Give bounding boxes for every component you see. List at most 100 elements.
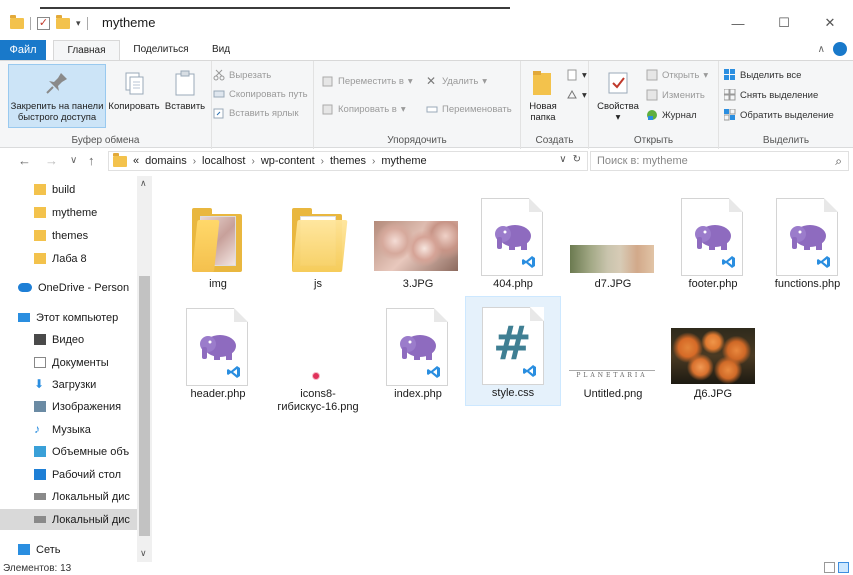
- move-to-button[interactable]: Переместить в ▾: [322, 75, 413, 87]
- breadcrumb-wp-content[interactable]: wp-content: [261, 155, 315, 167]
- nav-item-downloads[interactable]: ⬇ Загрузки: [0, 374, 137, 395]
- nav-item-desktop[interactable]: Рабочий стол: [0, 464, 137, 485]
- status-bar: Элементов: 13: [0, 562, 853, 575]
- file-name: img: [209, 278, 227, 290]
- minimize-button[interactable]: —: [715, 11, 761, 35]
- file-item-3jpg[interactable]: 3.JPG: [370, 188, 466, 291]
- pin-icon: [43, 69, 71, 97]
- chevron-right-icon[interactable]: ›: [193, 156, 196, 167]
- chevron-right-icon[interactable]: ›: [372, 156, 375, 167]
- nav-item-documents[interactable]: Документы: [0, 352, 137, 373]
- scrollbar-thumb[interactable]: [139, 276, 150, 536]
- properties-icon: [604, 69, 632, 97]
- nav-item-mytheme[interactable]: mytheme: [0, 202, 137, 223]
- pin-quick-access-button[interactable]: Закрепить на панели быстрого доступа: [8, 69, 106, 123]
- file-item-untitledpng[interactable]: PLANETARIA Untitled.png: [565, 298, 661, 401]
- paste-button[interactable]: Вставить: [160, 69, 210, 112]
- file-item-404php[interactable]: 404.php: [465, 188, 561, 291]
- help-icon[interactable]: [833, 42, 847, 56]
- move-to-icon: [322, 75, 334, 87]
- rename-button[interactable]: Переименовать: [426, 103, 512, 115]
- nav-item-this-pc[interactable]: Этот компьютер: [0, 307, 137, 328]
- edit-button[interactable]: Изменить: [646, 89, 705, 101]
- nav-item-pictures[interactable]: Изображения: [0, 396, 137, 417]
- details-view-icon[interactable]: [824, 562, 835, 573]
- new-folder-button[interactable]: Новая папка: [523, 69, 563, 123]
- paste-shortcut-button[interactable]: Вставить ярлык: [213, 107, 299, 119]
- nav-item-laba8[interactable]: Лаба 8: [0, 248, 137, 269]
- breadcrumb-mytheme[interactable]: mytheme: [381, 155, 426, 167]
- tab-home[interactable]: Главная: [53, 40, 120, 60]
- nav-label: build: [52, 183, 76, 196]
- breadcrumb-overflow[interactable]: «: [133, 155, 139, 167]
- scroll-down-icon[interactable]: ∨: [140, 548, 147, 559]
- back-arrow-icon[interactable]: ←: [18, 153, 31, 168]
- new-item-button[interactable]: ▾: [566, 69, 587, 81]
- address-bar[interactable]: « domains › localhost › wp-content › the…: [108, 151, 588, 171]
- css-file-icon: #: [482, 307, 544, 385]
- desktop-icon: [34, 469, 46, 480]
- up-arrow-icon[interactable]: ↑: [88, 153, 95, 168]
- scroll-up-icon[interactable]: ∧: [140, 178, 147, 189]
- file-item-d6jpg[interactable]: Д6.JPG: [665, 298, 761, 401]
- invert-selection-button[interactable]: Обратить выделение: [723, 108, 834, 121]
- search-icon[interactable]: ⌕: [835, 154, 842, 169]
- file-item-indexphp[interactable]: index.php: [370, 298, 466, 401]
- copy-path-button[interactable]: Скопировать путь: [213, 88, 308, 100]
- nav-item-video[interactable]: Видео: [0, 329, 137, 350]
- new-folder-icon[interactable]: [56, 15, 70, 29]
- select-all-button[interactable]: Выделить все: [724, 69, 801, 81]
- rename-label: Переименовать: [442, 103, 512, 115]
- navigation-pane: build mytheme themes Лаба 8 OneDrive - P…: [0, 176, 152, 562]
- chevron-right-icon[interactable]: ›: [321, 156, 324, 167]
- select-none-button[interactable]: Снять выделение: [723, 88, 818, 101]
- nav-label: Видео: [52, 333, 85, 346]
- nav-item-themes[interactable]: themes: [0, 225, 137, 246]
- nav-item-network[interactable]: Сеть: [0, 539, 137, 560]
- maximize-button[interactable]: ☐: [761, 11, 807, 35]
- file-item-functionsphp[interactable]: functions.php: [762, 188, 853, 291]
- easy-access-button[interactable]: ▾: [566, 89, 587, 101]
- file-item-d7jpg[interactable]: d7.JPG: [565, 188, 661, 291]
- address-dropdown-icon[interactable]: ∨: [559, 154, 566, 165]
- recent-locations-chevron-icon[interactable]: ∨: [70, 155, 77, 166]
- nav-scrollbar[interactable]: ∧ ∨: [137, 176, 152, 562]
- large-icons-view-icon[interactable]: [838, 562, 849, 573]
- chevron-down-icon[interactable]: ▾: [76, 18, 81, 29]
- tab-view[interactable]: Вид: [203, 40, 239, 60]
- copy-button[interactable]: Копировать: [108, 69, 160, 112]
- chevron-right-icon[interactable]: ›: [251, 156, 254, 167]
- nav-item-music[interactable]: ♪ Музыка: [0, 419, 137, 440]
- cut-button[interactable]: Вырезать: [213, 69, 271, 81]
- file-item-stylecss[interactable]: # style.css: [465, 296, 561, 406]
- file-item-js[interactable]: js: [270, 188, 366, 291]
- close-button[interactable]: ✕: [807, 11, 853, 35]
- nav-item-local-disk-2[interactable]: Локальный дис: [0, 509, 137, 530]
- tab-share[interactable]: Поделиться: [120, 40, 202, 60]
- history-button[interactable]: Журнал: [646, 109, 697, 121]
- file-name: header.php: [190, 388, 246, 400]
- properties-check-icon[interactable]: ✓: [37, 17, 50, 30]
- search-input[interactable]: Поиск в: mytheme ⌕: [590, 151, 849, 171]
- nav-item-local-disk-1[interactable]: Локальный дис: [0, 486, 137, 507]
- history-label: Журнал: [662, 109, 697, 121]
- properties-button[interactable]: Свойства ▾: [592, 69, 644, 123]
- nav-item-3d-objects[interactable]: Объемные объ: [0, 441, 137, 462]
- collapse-ribbon-icon[interactable]: ∧: [818, 44, 825, 55]
- tab-file[interactable]: Файл: [0, 40, 46, 60]
- breadcrumb-domains[interactable]: domains: [145, 155, 187, 167]
- file-item-footerphp[interactable]: footer.php: [665, 188, 761, 291]
- photo-thumbnail: [374, 221, 458, 271]
- breadcrumb-localhost[interactable]: localhost: [202, 155, 245, 167]
- file-item-headerphp[interactable]: header.php: [170, 298, 266, 401]
- breadcrumb-themes[interactable]: themes: [330, 155, 366, 167]
- file-item-hibiscus-png[interactable]: icons8-гибискус-16.png: [270, 298, 366, 414]
- refresh-icon[interactable]: ↻: [573, 154, 581, 165]
- nav-item-build[interactable]: build: [0, 179, 137, 200]
- open-button[interactable]: Открыть ▾: [646, 69, 708, 81]
- forward-arrow-icon[interactable]: →: [45, 153, 58, 168]
- delete-button[interactable]: ✕ Удалить ▾: [426, 75, 487, 87]
- nav-item-onedrive[interactable]: OneDrive - Person: [0, 277, 137, 298]
- file-item-img[interactable]: img: [170, 188, 266, 291]
- copy-to-button[interactable]: Копировать в ▾: [322, 103, 406, 115]
